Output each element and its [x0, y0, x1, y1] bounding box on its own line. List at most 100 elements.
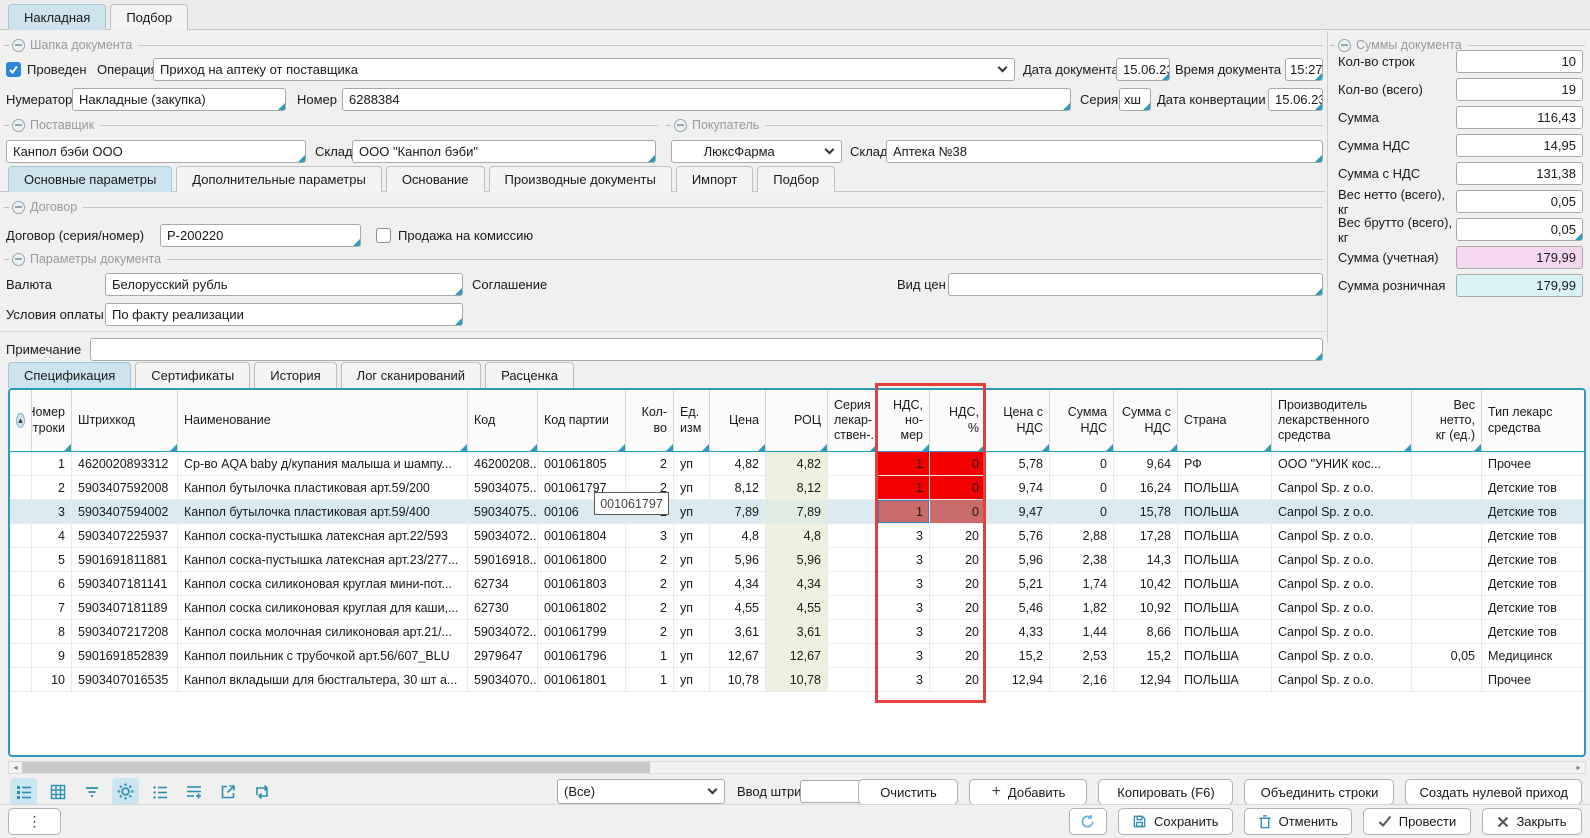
column-header-sumwvat[interactable]: Сумма с НДС: [1114, 390, 1178, 451]
cell-name[interactable]: Канпол соска-пустышка латексная арт.23/2…: [178, 548, 468, 571]
cell-weight[interactable]: [1412, 548, 1482, 571]
cell-sumvat[interactable]: 1,74: [1050, 572, 1114, 595]
cell-pricevat[interactable]: 5,78: [986, 452, 1050, 475]
cell-name[interactable]: Канпол бутылочка пластиковая арт.59/200: [178, 476, 468, 499]
cell-price[interactable]: 4,8: [710, 524, 766, 547]
table-row[interactable]: 85903407217208Канпол соска молочная сили…: [10, 620, 1584, 644]
column-header-batch[interactable]: Код партии: [538, 390, 626, 451]
cell-type[interactable]: Детские тов: [1482, 524, 1586, 547]
cell-roc[interactable]: 4,82: [766, 452, 828, 475]
cell-sumwvat[interactable]: 12,94: [1114, 668, 1178, 691]
cell-code[interactable]: 59034075...: [468, 500, 538, 523]
repeat-icon[interactable]: [248, 778, 275, 805]
doc-time-field[interactable]: 15:27: [1285, 58, 1323, 81]
cell-num[interactable]: 10: [32, 668, 72, 691]
cell-weight[interactable]: [1412, 668, 1482, 691]
cell-manufacturer[interactable]: Canpol Sp. z o.o.: [1272, 620, 1412, 643]
cell-batch[interactable]: 001061796: [538, 644, 626, 667]
cell-sumvat[interactable]: 2,88: [1050, 524, 1114, 547]
cell-code[interactable]: 59034070...: [468, 668, 538, 691]
cell-pricevat[interactable]: 15,2: [986, 644, 1050, 667]
sum-value[interactable]: 10: [1456, 50, 1583, 73]
cell-vatpct[interactable]: 20: [930, 620, 986, 643]
cell-pricevat[interactable]: 9,74: [986, 476, 1050, 499]
scroll-right-arrow[interactable]: ▸: [1572, 762, 1585, 773]
cell-country[interactable]: ПОЛЬША: [1178, 476, 1272, 499]
table-row[interactable]: 35903407594002Канпол бутылочка пластиков…: [10, 500, 1584, 524]
cell-qty[interactable]: 2: [626, 452, 674, 475]
collapse-icon[interactable]: [674, 119, 687, 132]
cell-roc[interactable]: 3,61: [766, 620, 828, 643]
column-header-country[interactable]: Страна: [1178, 390, 1272, 451]
param-tab-подбор[interactable]: Подбор: [757, 166, 835, 192]
column-header-qty[interactable]: Кол-во: [626, 390, 674, 451]
cell-manufacturer[interactable]: Canpol Sp. z o.o.: [1272, 524, 1412, 547]
table-row[interactable]: 25903407592008Канпол бутылочка пластиков…: [10, 476, 1584, 500]
column-header-roc[interactable]: РОЦ: [766, 390, 828, 451]
cell-manufacturer[interactable]: Canpol Sp. z o.o.: [1272, 644, 1412, 667]
currency-field[interactable]: Белорусский рубль: [105, 273, 463, 296]
cell-price[interactable]: 8,12: [710, 476, 766, 499]
sum-value[interactable]: 0,05: [1456, 190, 1583, 213]
cell-sumvat[interactable]: 2,16: [1050, 668, 1114, 691]
cell-manufacturer[interactable]: ООО "УНИК кос...: [1272, 452, 1412, 475]
cell-vatpct[interactable]: 20: [930, 548, 986, 571]
copy-button[interactable]: Копировать (F6): [1098, 779, 1233, 805]
cell-num[interactable]: 2: [32, 476, 72, 499]
cell-type[interactable]: Детские тов: [1482, 596, 1586, 619]
cell-series[interactable]: [828, 524, 878, 547]
settings-gear-icon[interactable]: [112, 778, 139, 805]
cell-barcode[interactable]: 5903407594002: [72, 500, 178, 523]
cell-code[interactable]: 62730: [468, 596, 538, 619]
cell-num[interactable]: 4: [32, 524, 72, 547]
cell-price[interactable]: 4,34: [710, 572, 766, 595]
cell-roc[interactable]: 4,55: [766, 596, 828, 619]
spec-tab-лог-сканирований[interactable]: Лог сканирований: [341, 362, 481, 388]
cell-name[interactable]: Канпол соска силиконовая круглая мини-по…: [178, 572, 468, 595]
cell-num[interactable]: 6: [32, 572, 72, 595]
cell-batch[interactable]: 001061802: [538, 596, 626, 619]
cell-name[interactable]: Канпол бутылочка пластиковая арт.59/400: [178, 500, 468, 523]
number-field[interactable]: 6288384: [342, 88, 1071, 111]
cell-country[interactable]: ПОЛЬША: [1178, 500, 1272, 523]
cell-series[interactable]: [828, 500, 878, 523]
cell-barcode[interactable]: 5903407016535: [72, 668, 178, 691]
cell-pricevat[interactable]: 5,96: [986, 548, 1050, 571]
cell-manufacturer[interactable]: Canpol Sp. z o.o.: [1272, 476, 1412, 499]
cell-sumvat[interactable]: 0: [1050, 476, 1114, 499]
cell-roc[interactable]: 10,78: [766, 668, 828, 691]
column-header-manufacturer[interactable]: Производитель лекарственного средства: [1272, 390, 1412, 451]
cell-vatnum[interactable]: 3: [878, 572, 930, 595]
column-header-type[interactable]: Тип лекарс средства: [1482, 390, 1586, 451]
cell-sumvat[interactable]: 1,44: [1050, 620, 1114, 643]
cell-code[interactable]: 59034072...: [468, 620, 538, 643]
spec-tab-сертификаты[interactable]: Сертификаты: [135, 362, 250, 388]
supplier-field[interactable]: Канпол бэби ООО: [6, 140, 306, 163]
cell-qty[interactable]: 1: [626, 644, 674, 667]
table-row[interactable]: 95901691852839Канпол поильник с трубочко…: [10, 644, 1584, 668]
cell-price[interactable]: 10,78: [710, 668, 766, 691]
cell-batch[interactable]: 001061801: [538, 668, 626, 691]
window-tab-накладная[interactable]: Накладная: [8, 4, 106, 30]
cell-unit[interactable]: уп: [674, 548, 710, 571]
cell-roc[interactable]: 12,67: [766, 644, 828, 667]
save-button[interactable]: Сохранить: [1118, 808, 1233, 835]
cell-sumwvat[interactable]: 8,66: [1114, 620, 1178, 643]
cell-icon[interactable]: [10, 548, 32, 571]
cell-unit[interactable]: уп: [674, 572, 710, 595]
collapse-icon[interactable]: [12, 253, 25, 266]
cell-vatpct[interactable]: 0: [930, 476, 986, 499]
cell-weight[interactable]: [1412, 620, 1482, 643]
cell-manufacturer[interactable]: Canpol Sp. z o.o.: [1272, 500, 1412, 523]
cell-vatnum[interactable]: 1: [878, 500, 930, 523]
horizontal-scrollbar[interactable]: ◂ ▸: [8, 761, 1586, 774]
cell-vatnum[interactable]: 3: [878, 548, 930, 571]
cell-name[interactable]: Канпол соска молочная силиконовая арт.21…: [178, 620, 468, 643]
cell-price[interactable]: 12,67: [710, 644, 766, 667]
param-tab-импорт[interactable]: Импорт: [676, 166, 753, 192]
doc-date-field[interactable]: 15.06.23: [1116, 58, 1170, 81]
column-header-sumvat[interactable]: Сумма НДС: [1050, 390, 1114, 451]
grid-view-icon[interactable]: [44, 778, 71, 805]
column-header-unit[interactable]: Ед. изм: [674, 390, 710, 451]
cell-pricevat[interactable]: 12,94: [986, 668, 1050, 691]
